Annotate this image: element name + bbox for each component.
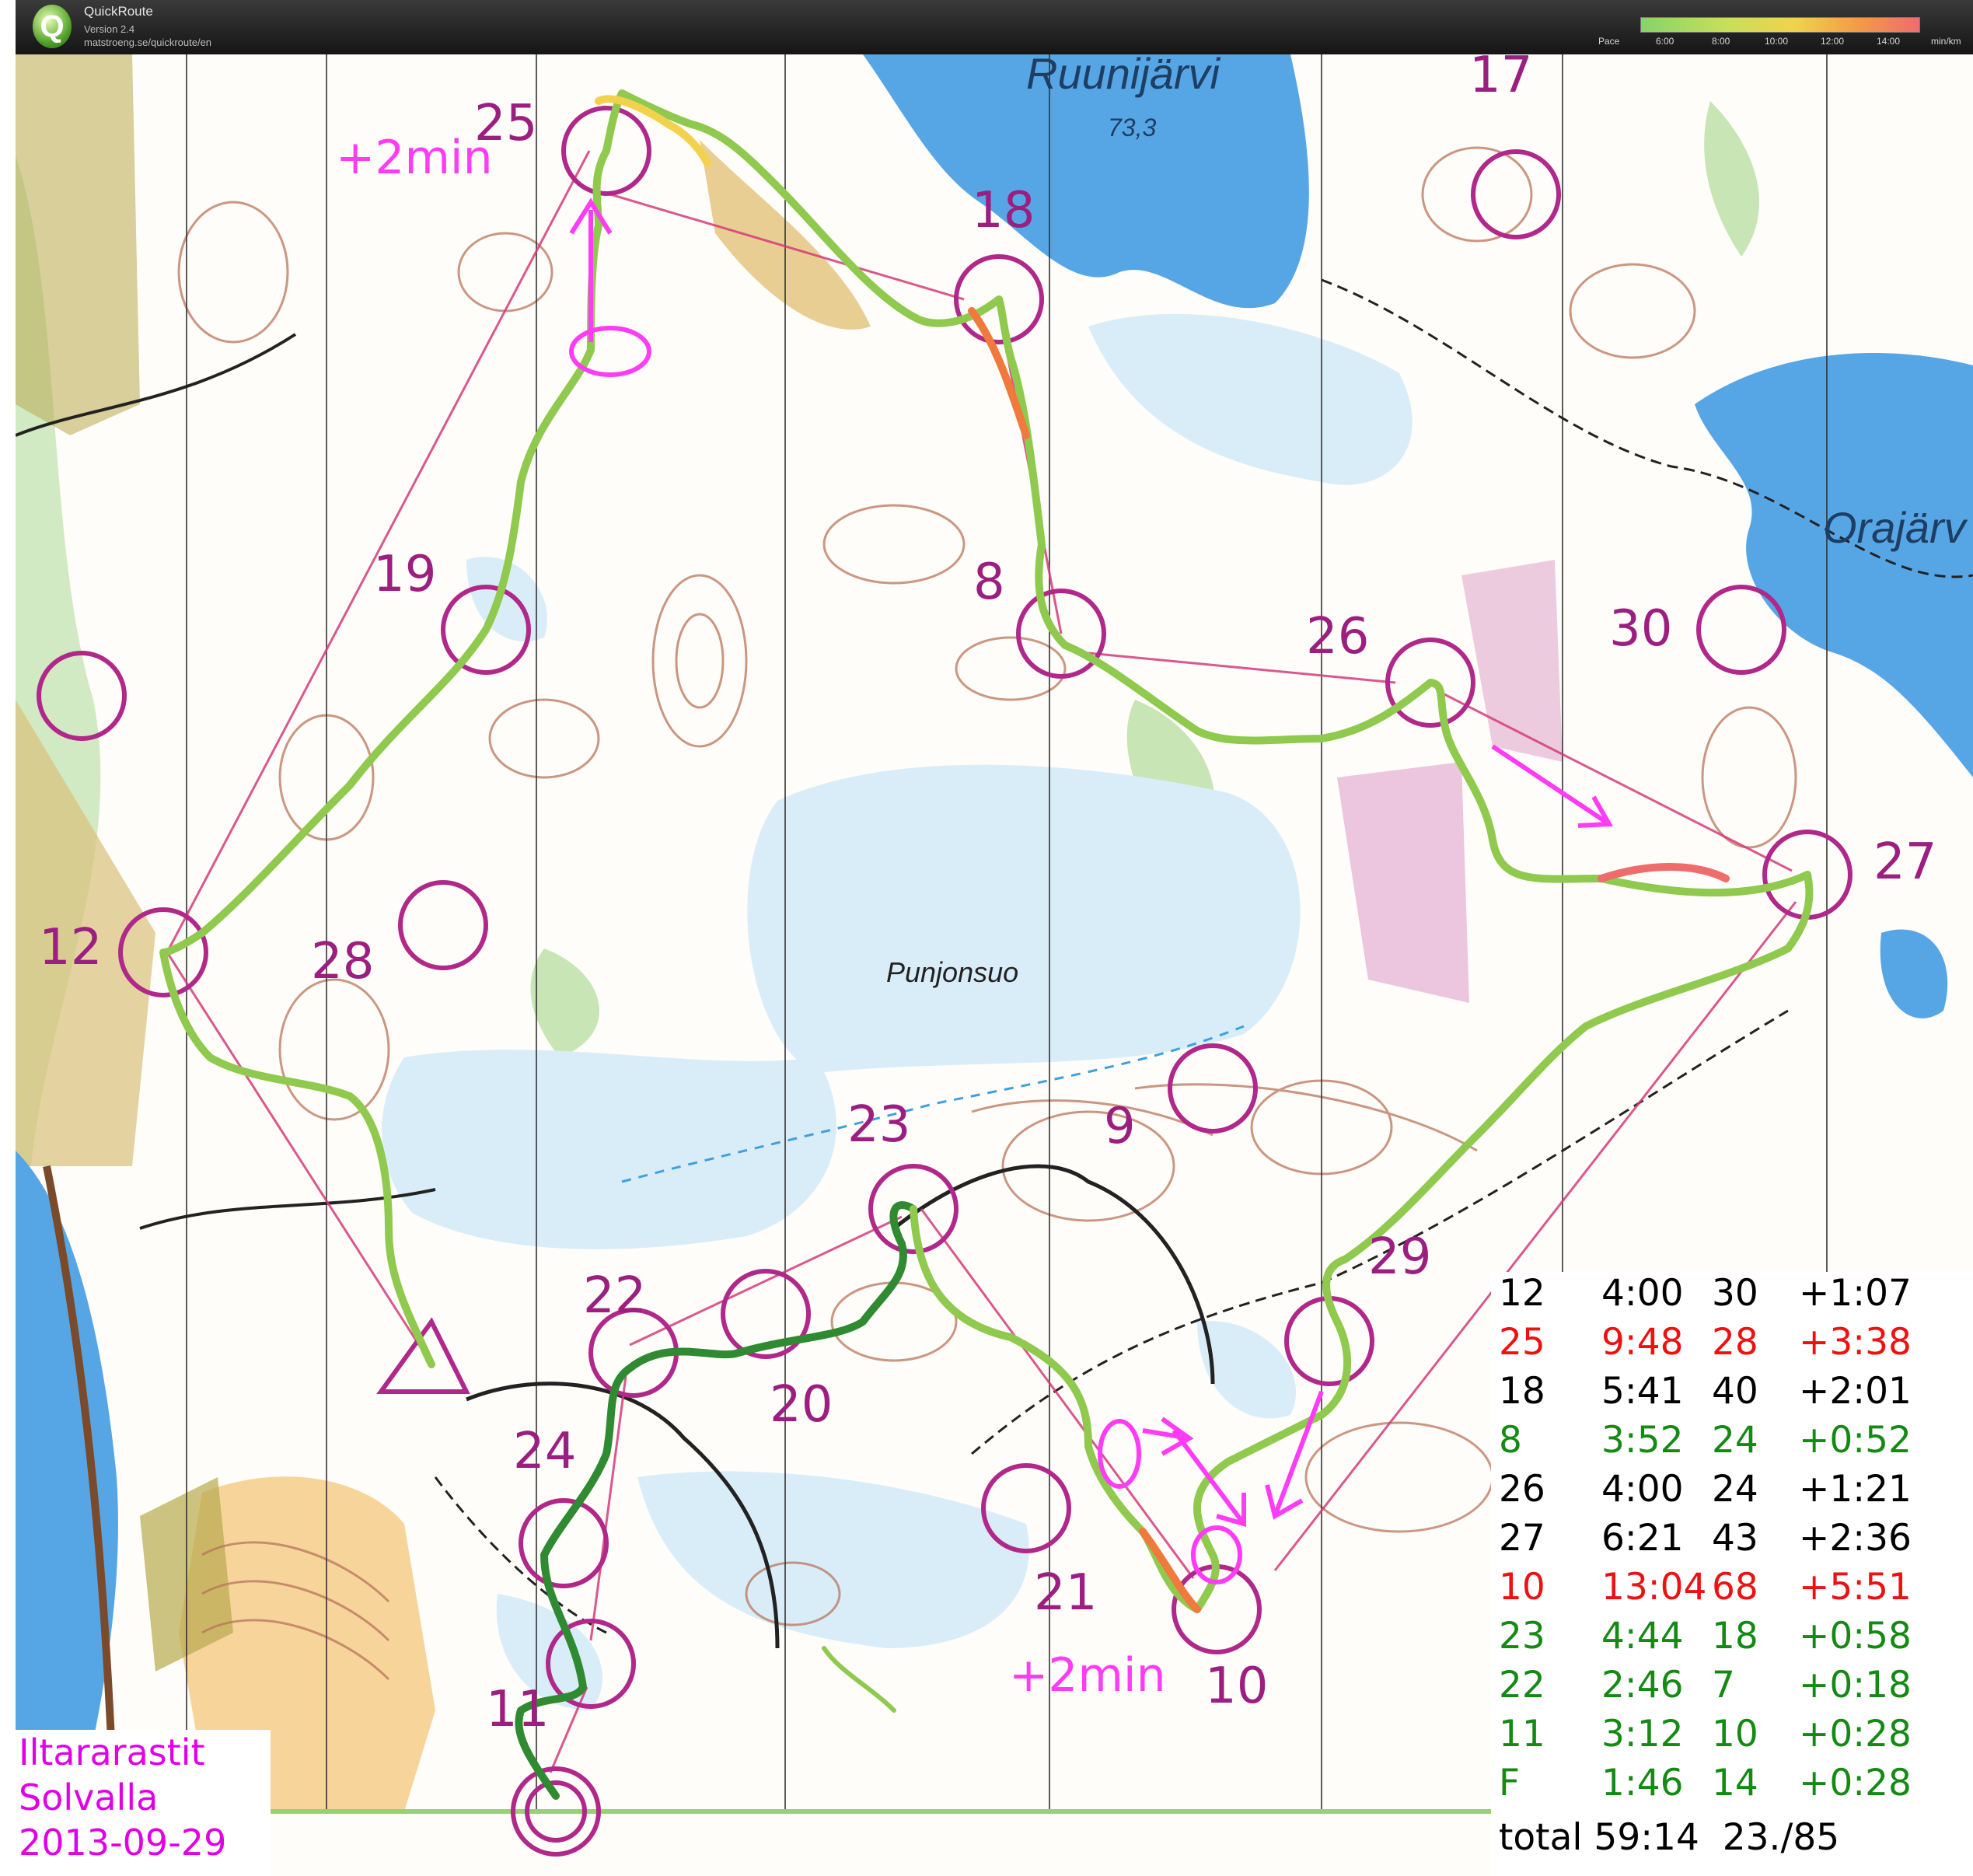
control-label-11: 11	[486, 1681, 550, 1738]
split-control: 10	[1499, 1566, 1545, 1609]
event-venue: Solvalla	[19, 1776, 159, 1818]
split-control: 12	[1499, 1272, 1545, 1315]
split-time: 4:44	[1601, 1615, 1684, 1658]
control-label-29: 29	[1368, 1228, 1432, 1286]
split-time: 4:00	[1601, 1272, 1684, 1315]
split-rank: 68	[1712, 1566, 1758, 1609]
splits-table: 12 4:00 30 +1:07 25 9:48 28 +3:38 18 5:41 40 +2:01 8…	[1491, 1272, 1973, 1876]
time-loss-annotation-10: +2min	[1009, 1648, 1166, 1703]
split-rank: 24	[1712, 1419, 1758, 1462]
split-loss: +0:28	[1799, 1713, 1912, 1755]
split-rank: 28	[1712, 1321, 1758, 1364]
quickroute-header-bar: Q QuickRoute Version 2.4 matstroeng.se/q…	[16, 0, 1973, 54]
split-control: 26	[1499, 1468, 1545, 1511]
split-time: 3:12	[1601, 1713, 1684, 1755]
split-rank: 30	[1712, 1272, 1758, 1315]
split-time: 6:21	[1601, 1517, 1684, 1560]
lake-name-ruunijarvi: Ruunijärvi	[1026, 54, 1220, 98]
split-total: total 59:14 23./85	[1499, 1816, 1840, 1859]
control-label-8: 8	[973, 554, 1005, 611]
pace-tick-14: 14:00	[1877, 36, 1901, 47]
pace-color-scale	[1640, 17, 1920, 33]
control-label-22: 22	[583, 1267, 647, 1325]
app-url: matstroeng.se/quickroute/en	[84, 37, 212, 48]
split-control: 25	[1499, 1321, 1545, 1364]
split-rank: 7	[1712, 1664, 1735, 1707]
split-control: 11	[1499, 1713, 1545, 1755]
event-info: Iltararastit Solvalla 2013-09-29	[16, 1730, 271, 1876]
split-rank: 24	[1712, 1468, 1758, 1511]
pace-tick-12: 12:00	[1821, 36, 1845, 47]
split-rank: 10	[1712, 1713, 1758, 1755]
lake-elevation: 73,3	[1108, 114, 1157, 141]
split-time: 9:48	[1601, 1321, 1684, 1364]
control-label-9: 9	[1104, 1098, 1136, 1155]
lake-name-orajarvi: Orajärv	[1823, 503, 1966, 552]
split-loss: +5:51	[1799, 1566, 1912, 1609]
pace-unit: min/km	[1931, 36, 1961, 47]
control-label-12: 12	[39, 919, 103, 976]
split-rank: 18	[1712, 1615, 1758, 1658]
pace-tick-8: 8:00	[1712, 36, 1730, 47]
split-time: 2:46	[1601, 1664, 1684, 1707]
split-control: 22	[1499, 1664, 1545, 1707]
split-rank: 43	[1712, 1517, 1758, 1560]
split-time: 3:52	[1601, 1419, 1684, 1462]
split-loss: +3:38	[1799, 1321, 1912, 1364]
split-time: 1:46	[1601, 1762, 1684, 1804]
app-version: Version 2.4	[84, 23, 135, 35]
split-loss: +0:28	[1799, 1762, 1912, 1804]
control-label-17: 17	[1469, 54, 1533, 104]
split-loss: +1:21	[1799, 1468, 1912, 1511]
split-loss: +0:18	[1799, 1664, 1912, 1707]
split-loss: +2:36	[1799, 1517, 1912, 1560]
split-control: 23	[1499, 1615, 1545, 1658]
event-date: 2013-09-29	[19, 1822, 227, 1864]
control-label-10: 10	[1205, 1658, 1269, 1715]
pace-legend-label: Pace	[1598, 36, 1620, 47]
logo-letter: Q	[40, 9, 65, 44]
split-loss: +2:01	[1799, 1370, 1912, 1413]
pace-tick-10: 10:00	[1765, 36, 1789, 47]
split-control: F	[1499, 1762, 1521, 1804]
split-rank: 14	[1712, 1762, 1758, 1804]
quickroute-logo-icon: Q	[33, 5, 72, 48]
control-label-21: 21	[1034, 1564, 1098, 1622]
split-control: 8	[1499, 1419, 1522, 1462]
split-loss: +1:07	[1799, 1272, 1912, 1315]
control-label-28: 28	[311, 933, 375, 990]
control-label-19: 19	[373, 546, 437, 603]
control-label-20: 20	[770, 1376, 833, 1434]
control-label-26: 26	[1306, 608, 1370, 666]
split-loss: +0:58	[1799, 1615, 1912, 1658]
control-label-27: 27	[1873, 833, 1937, 891]
app-title: QuickRoute	[84, 4, 153, 19]
split-loss: +0:52	[1799, 1419, 1912, 1462]
split-time: 4:00	[1601, 1468, 1684, 1511]
split-control: 18	[1499, 1370, 1545, 1413]
split-control: 27	[1499, 1517, 1545, 1560]
pace-tick-6: 6:00	[1656, 36, 1674, 47]
split-time: 5:41	[1601, 1370, 1684, 1413]
event-series: Iltararastit	[19, 1731, 205, 1773]
control-label-18: 18	[972, 182, 1035, 239]
control-label-24: 24	[513, 1423, 577, 1480]
control-label-23: 23	[847, 1096, 911, 1154]
split-rank: 40	[1712, 1370, 1758, 1413]
control-label-30: 30	[1609, 600, 1673, 658]
marsh-name-punjonsuo: Punjonsuo	[886, 956, 1019, 988]
time-loss-annotation-25: +2min	[336, 131, 493, 185]
split-time: 13:04	[1601, 1566, 1707, 1609]
